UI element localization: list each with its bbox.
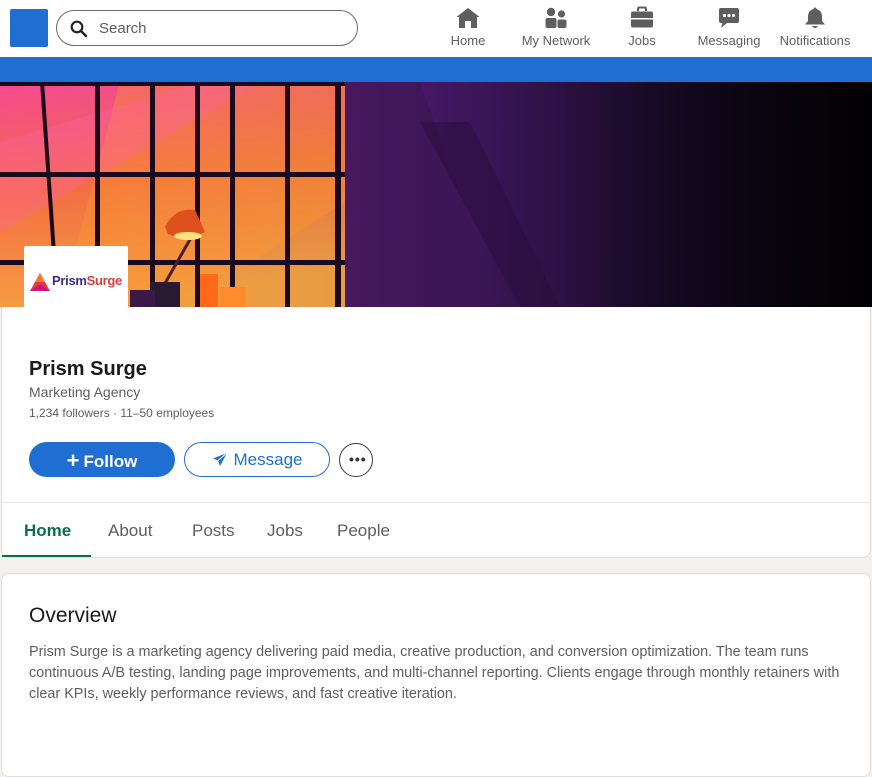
logo-wordmark: PrismSurge — [52, 273, 122, 288]
overview-text: Prism Surge is a marketing agency delive… — [29, 644, 840, 702]
tab-jobs[interactable]: Jobs — [267, 521, 303, 541]
nav-home[interactable]: Home — [446, 6, 490, 52]
follow-button[interactable]: + Follow — [29, 442, 175, 477]
tab-posts[interactable]: Posts — [192, 521, 235, 541]
search-box[interactable] — [56, 10, 358, 46]
overview-title: Overview — [29, 604, 117, 627]
ellipsis-icon: ••• — [349, 451, 367, 467]
nav-messaging-label: Messaging — [697, 33, 761, 48]
app-logo[interactable] — [10, 9, 48, 47]
home-icon — [456, 8, 480, 28]
nav-notifications-label: Notifications — [779, 33, 851, 48]
nav-my-network[interactable]: My Network — [519, 6, 593, 52]
company-industry: Marketing Agency — [29, 384, 141, 400]
tabs-divider — [2, 502, 870, 503]
nav-notifications[interactable]: Notifications — [777, 6, 853, 52]
plus-icon: + — [66, 447, 80, 473]
cover-image — [0, 82, 872, 307]
overview-card: Overview Prism Surge is a marketing agen… — [1, 573, 871, 777]
company-header-card: Prism Surge Marketing Agency 1,234 follo… — [1, 307, 871, 558]
briefcase-icon — [631, 6, 653, 28]
top-accent-bar — [0, 57, 872, 82]
bell-icon — [805, 7, 825, 28]
top-nav: Home My Network Jobs Messaging — [0, 0, 872, 57]
nav-jobs-label: Jobs — [628, 33, 656, 48]
prism-logo-icon — [30, 273, 50, 291]
send-icon — [212, 452, 227, 466]
tab-people[interactable]: People — [337, 521, 390, 541]
search-icon — [70, 20, 88, 38]
active-tab-indicator — [2, 555, 91, 557]
nav-jobs[interactable]: Jobs — [624, 6, 660, 52]
company-name: Prism Surge — [29, 358, 147, 380]
tab-about[interactable]: About — [108, 521, 152, 541]
tab-home[interactable]: Home — [24, 521, 71, 541]
nav-messaging[interactable]: Messaging — [696, 6, 762, 52]
message-button[interactable]: Message — [184, 442, 330, 477]
search-input[interactable] — [99, 18, 339, 38]
nav-my-network-label: My Network — [521, 33, 591, 48]
more-options-button[interactable]: ••• — [339, 443, 373, 477]
chat-icon — [719, 8, 739, 28]
company-meta: 1,234 followers · 11–50 employees — [29, 406, 215, 420]
nav-home-label: Home — [450, 33, 486, 48]
people-icon — [545, 7, 567, 28]
